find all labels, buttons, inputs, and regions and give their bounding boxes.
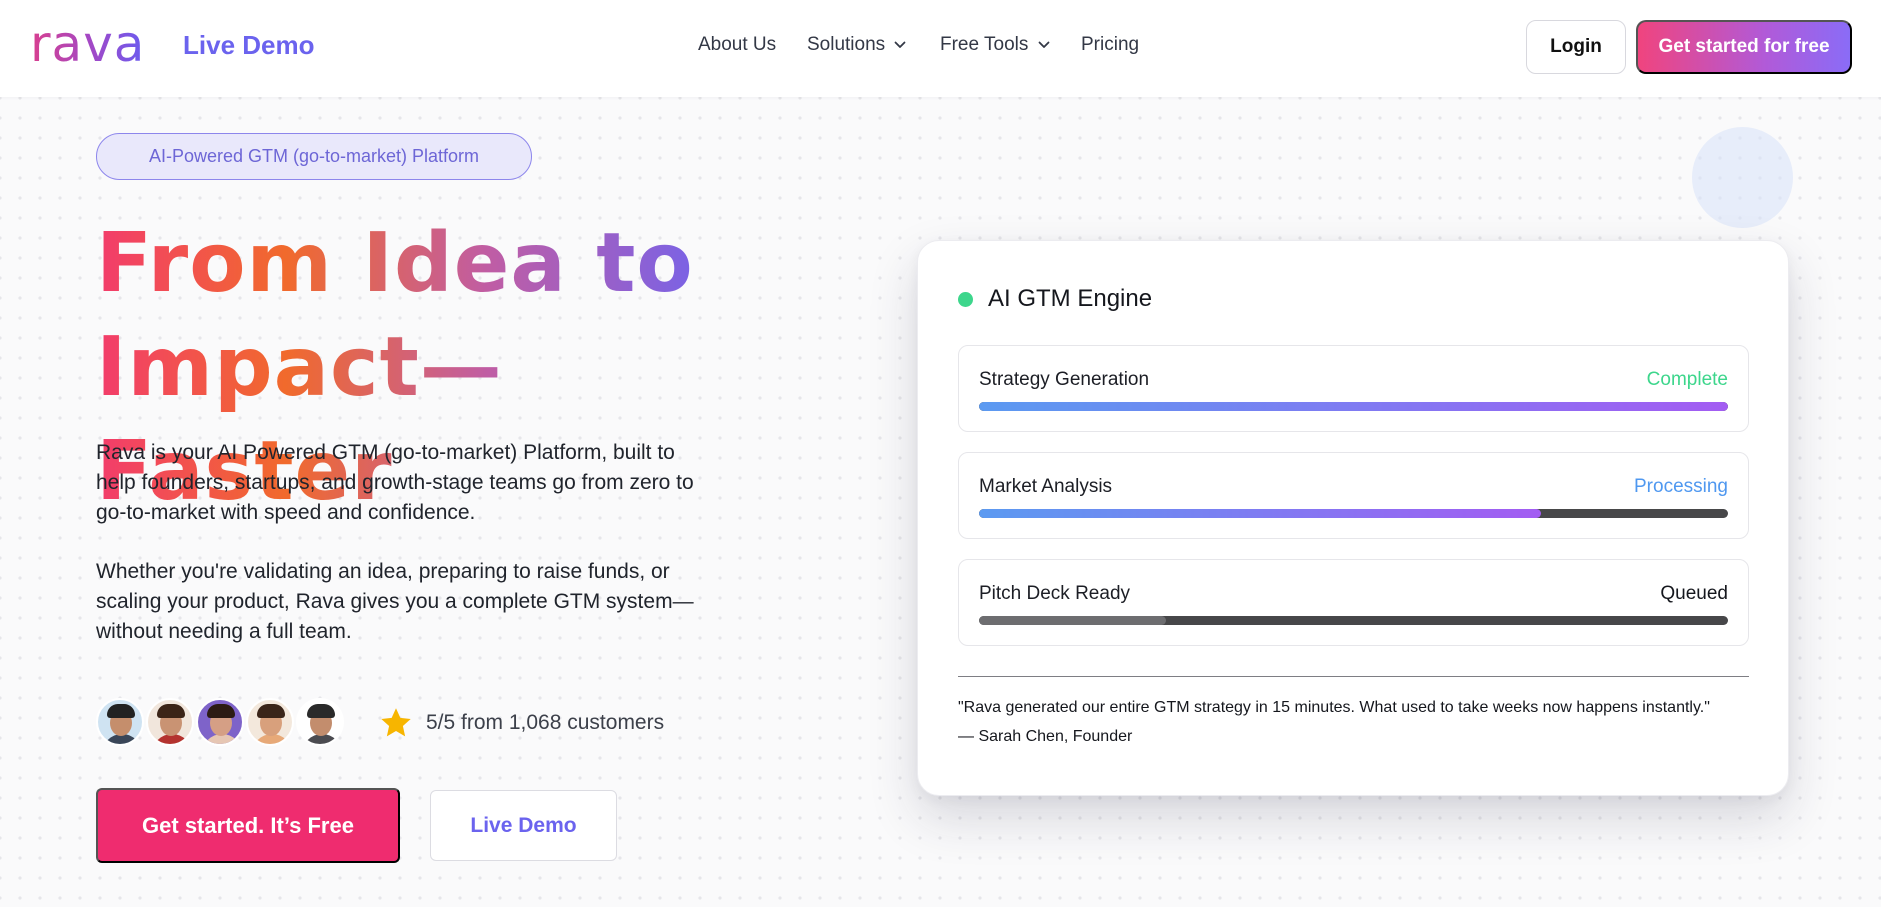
- star-icon: [381, 708, 411, 737]
- avatar: [146, 698, 194, 746]
- top-navbar: rava Live Demo About Us Solutions Free T…: [0, 0, 1881, 97]
- nav-pricing[interactable]: Pricing: [1081, 34, 1139, 56]
- task-status: Complete: [1646, 369, 1728, 390]
- avatar: [246, 698, 294, 746]
- testimonial-author: — Sarah Chen, Founder: [958, 728, 1133, 745]
- task-name: Strategy Generation: [979, 369, 1150, 390]
- login-button[interactable]: Login: [1526, 20, 1626, 74]
- testimonial-quote: "Rava generated our entire GTM strategy …: [958, 699, 1710, 716]
- avatar: [296, 698, 344, 746]
- platform-badge: AI-Powered GTM (go-to-market) Platform: [96, 133, 532, 180]
- ai-gtm-engine-card: AI GTM Engine Strategy Generation Comple…: [917, 240, 1789, 796]
- nav-solutions[interactable]: Solutions: [807, 34, 906, 56]
- get-started-button[interactable]: Get started. It’s Free: [96, 788, 400, 863]
- avatar: [96, 698, 144, 746]
- engine-header: AI GTM Engine: [958, 285, 1152, 313]
- headline-line-1: From Idea to: [96, 212, 728, 316]
- task-name: Pitch Deck Ready: [979, 583, 1131, 604]
- hero-subdescription: Whether you're validating an idea, prepa…: [96, 560, 694, 643]
- task-market-analysis: Market Analysis Processing: [958, 452, 1749, 539]
- nav-free-tools[interactable]: Free Tools: [940, 34, 1050, 56]
- progress-bar: [979, 402, 1728, 411]
- rating-text: 5/5 from 1,068 customers: [426, 711, 665, 734]
- engine-title: AI GTM Engine: [988, 285, 1153, 312]
- decorative-bubble: [1692, 127, 1793, 228]
- hero-description: Rava is your AI Powered GTM (go-to-marke…: [96, 441, 694, 524]
- customer-rating: 5/5 from 1,068 customers: [378, 705, 664, 741]
- progress-bar: [979, 616, 1728, 625]
- nav-free-tools-label: Free Tools: [940, 34, 1029, 55]
- chevron-down-icon: [894, 41, 906, 49]
- task-status: Processing: [1634, 476, 1728, 497]
- status-dot-icon: [958, 291, 973, 307]
- live-demo-button[interactable]: Live Demo: [430, 790, 617, 861]
- avatar: [196, 698, 244, 746]
- progress-fill: [979, 616, 1167, 625]
- task-name: Market Analysis: [979, 476, 1113, 497]
- task-strategy-generation: Strategy Generation Complete: [958, 345, 1749, 432]
- progress-bar: [979, 509, 1728, 518]
- header-live-demo-link[interactable]: Live Demo: [183, 30, 315, 61]
- chevron-down-icon: [1038, 41, 1050, 49]
- nav-solutions-label: Solutions: [807, 34, 886, 55]
- divider: [958, 676, 1749, 677]
- nav-pricing-label: Pricing: [1081, 34, 1140, 55]
- get-started-free-button[interactable]: Get started for free: [1636, 20, 1852, 74]
- nav-about-us-label: About Us: [698, 34, 777, 55]
- progress-fill: [979, 402, 1728, 411]
- progress-fill: [979, 509, 1541, 518]
- task-status: Queued: [1660, 583, 1728, 604]
- rava-logo[interactable]: rava: [30, 14, 145, 74]
- task-pitch-deck-ready: Pitch Deck Ready Queued: [958, 559, 1749, 646]
- nav-about-us[interactable]: About Us: [698, 34, 776, 56]
